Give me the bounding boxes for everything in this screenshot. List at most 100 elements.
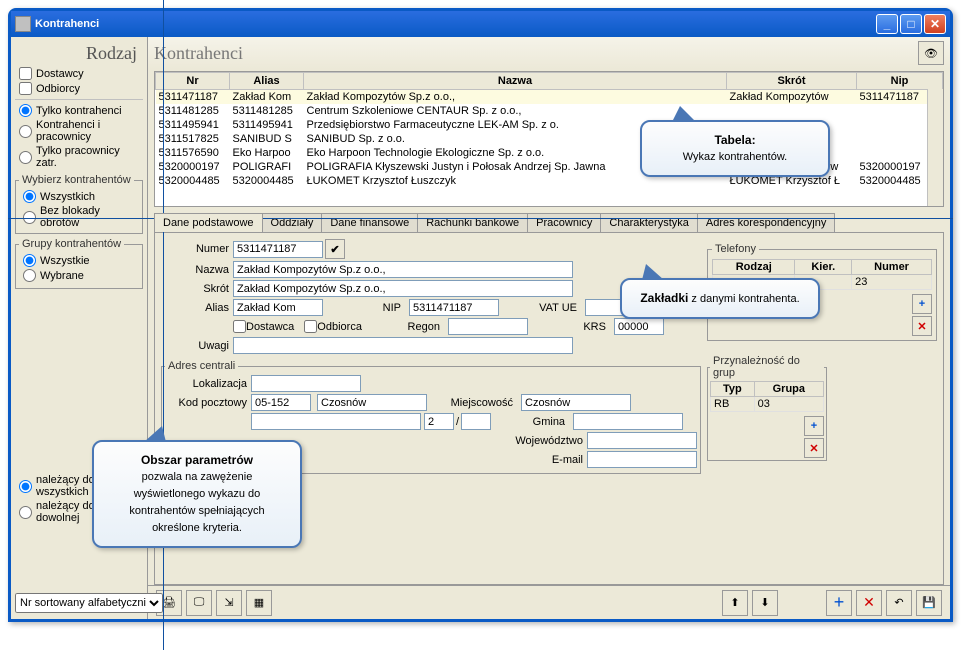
binoculars-icon: 👁 xyxy=(924,47,938,60)
label-lokalizacja: Lokalizacja xyxy=(165,378,251,390)
input-email[interactable] xyxy=(587,451,697,468)
arrow-down-icon: ⬇ xyxy=(760,596,769,609)
minimize-button[interactable]: _ xyxy=(876,14,898,34)
input-regon[interactable] xyxy=(448,318,528,335)
input-kod[interactable] xyxy=(251,394,311,411)
table-row[interactable]: 5311471187Zakład KomZakład Kompozytów Sp… xyxy=(156,90,943,105)
tab-dane-podstawowe[interactable]: Dane podstawowe xyxy=(154,213,263,232)
label-nazwa: Nazwa xyxy=(161,264,233,276)
label-miejscowosc: Miejscowość xyxy=(437,397,517,409)
input-skrot[interactable] xyxy=(233,280,573,297)
radio-nalezacy-wszystkich[interactable] xyxy=(19,480,32,493)
label-krs: KRS xyxy=(538,321,610,333)
input-woj[interactable] xyxy=(587,432,697,449)
annotation-hline xyxy=(8,218,953,219)
tab-adres-koresp[interactable]: Adres korespondencyjny xyxy=(697,213,835,232)
grupy-box: Przynależność do grup TypGrupa RB03 + ✕ xyxy=(707,355,827,461)
radio-kontrahenci-pracownicy[interactable] xyxy=(19,125,32,138)
undo-button[interactable]: ↶ xyxy=(886,590,912,616)
checkbox-odbiorcy[interactable] xyxy=(19,82,32,95)
find-button[interactable]: 👁 xyxy=(918,41,944,65)
app-icon xyxy=(15,16,31,32)
radio-grupy-wybrane[interactable] xyxy=(23,269,36,282)
table-row[interactable]: 53200044855320004485ŁUKOMET Krzysztof Łu… xyxy=(156,174,943,188)
radio-tylko-pracownicy[interactable] xyxy=(19,151,32,164)
add-button[interactable]: + xyxy=(826,590,852,616)
col-alias[interactable]: Alias xyxy=(230,73,304,90)
label-dostawcy: Dostawcy xyxy=(36,68,84,80)
input-lokal[interactable] xyxy=(461,413,491,430)
close-button[interactable]: ✕ xyxy=(924,14,946,34)
tab-charakterystyka[interactable]: Charakterystyka xyxy=(600,213,697,232)
callout-zakladki-text: z danymi kontrahenta. xyxy=(688,293,799,305)
slash-label: / xyxy=(456,416,459,428)
radio-bez-blokady[interactable] xyxy=(23,211,36,224)
input-gmina[interactable] xyxy=(573,413,683,430)
col-nr[interactable]: Nr xyxy=(156,73,230,90)
input-krs[interactable] xyxy=(614,318,664,335)
undo-icon: ↶ xyxy=(894,596,903,609)
label-odbiorcy: Odbiorcy xyxy=(36,83,80,95)
input-poczta[interactable] xyxy=(317,394,427,411)
sort-select[interactable]: Nr sortowany alfabetycznie xyxy=(15,593,163,613)
input-dom[interactable] xyxy=(424,413,454,430)
radio-tylko-kontrahenci[interactable] xyxy=(19,104,32,117)
maximize-button[interactable]: □ xyxy=(900,14,922,34)
label-grupy-wszystkie: Wszystkie xyxy=(40,255,90,267)
diskette-icon: 💾 xyxy=(922,596,936,609)
input-nip[interactable] xyxy=(409,299,499,316)
table-row[interactable]: 53114812855311481285Centrum Szkoleniowe … xyxy=(156,104,943,118)
radio-grupy-wszystkie[interactable] xyxy=(23,254,36,267)
label-numer: Numer xyxy=(161,243,233,255)
checkbox-odbiorca[interactable] xyxy=(304,320,317,333)
radio-wszystkich[interactable] xyxy=(23,190,36,203)
printer-icon: 🖨 xyxy=(162,596,176,609)
down-button[interactable]: ⬇ xyxy=(752,590,778,616)
input-miejscowosc[interactable] xyxy=(521,394,631,411)
tel-add-button[interactable]: + xyxy=(912,294,932,314)
tab-dane-finansowe[interactable]: Dane finansowe xyxy=(321,213,418,232)
label-r1: Tylko kontrahenci xyxy=(36,105,122,117)
col-nip[interactable]: Nip xyxy=(857,73,943,90)
grp-col-typ: Typ xyxy=(711,382,755,397)
tab-oddzialy[interactable]: Oddziały xyxy=(262,213,323,232)
callout-zakladki-title: Zakładki xyxy=(640,291,688,305)
validate-button[interactable]: ✔ xyxy=(325,239,345,259)
tab-pracownicy[interactable]: Pracownicy xyxy=(527,213,601,232)
col-skrot[interactable]: Skrót xyxy=(727,73,857,90)
callout-tabela: Tabela: Wykaz kontrahentów. xyxy=(640,120,830,177)
checkbox-dostawca[interactable] xyxy=(233,320,246,333)
callout-parametry-title: Obszar parametrów xyxy=(141,453,253,467)
up-button[interactable]: ⬆ xyxy=(722,590,748,616)
tabs: Dane podstawowe Oddziały Dane finansowe … xyxy=(154,213,944,232)
screen-button[interactable]: 🖵 xyxy=(186,590,212,616)
save-button[interactable]: 💾 xyxy=(916,590,942,616)
grp-typ: RB xyxy=(711,397,755,412)
col-nazwa[interactable]: Nazwa xyxy=(304,73,727,90)
callout-parametry: Obszar parametrów pozwala na zawężenie w… xyxy=(92,440,302,548)
grid-scrollbar[interactable] xyxy=(927,89,943,206)
callout-tabela-text: Wykaz kontrahentów. xyxy=(683,151,787,163)
tel-val: 23 xyxy=(852,275,932,290)
tab-rachunki[interactable]: Rachunki bankowe xyxy=(417,213,528,232)
grid-header-row: Nr Alias Nazwa Skrót Nip xyxy=(156,73,943,90)
callout-tabela-title: Tabela: xyxy=(714,133,755,147)
radio-nalezacy-dowolnej[interactable] xyxy=(19,506,32,519)
input-uwagi[interactable] xyxy=(233,337,573,354)
grid-button[interactable]: ▦ xyxy=(246,590,272,616)
input-numer[interactable] xyxy=(233,241,323,258)
input-alias[interactable] xyxy=(233,299,323,316)
input-nazwa[interactable] xyxy=(233,261,573,278)
delete-button[interactable]: ✕ xyxy=(856,590,882,616)
input-lokalizacja[interactable] xyxy=(251,375,361,392)
label-bez-blokady: Bez blokady obrotów xyxy=(40,205,135,229)
export-button[interactable]: ⇲ xyxy=(216,590,242,616)
tel-col-numer: Numer xyxy=(852,260,932,275)
grp-add-button[interactable]: + xyxy=(804,416,824,436)
tel-del-button[interactable]: ✕ xyxy=(912,316,932,336)
grp-row[interactable]: RB03 xyxy=(711,397,824,412)
label-kod: Kod pocztowy xyxy=(165,397,251,409)
checkbox-dostawcy[interactable] xyxy=(19,67,32,80)
input-ulica[interactable] xyxy=(251,413,421,430)
grp-del-button[interactable]: ✕ xyxy=(804,438,824,458)
